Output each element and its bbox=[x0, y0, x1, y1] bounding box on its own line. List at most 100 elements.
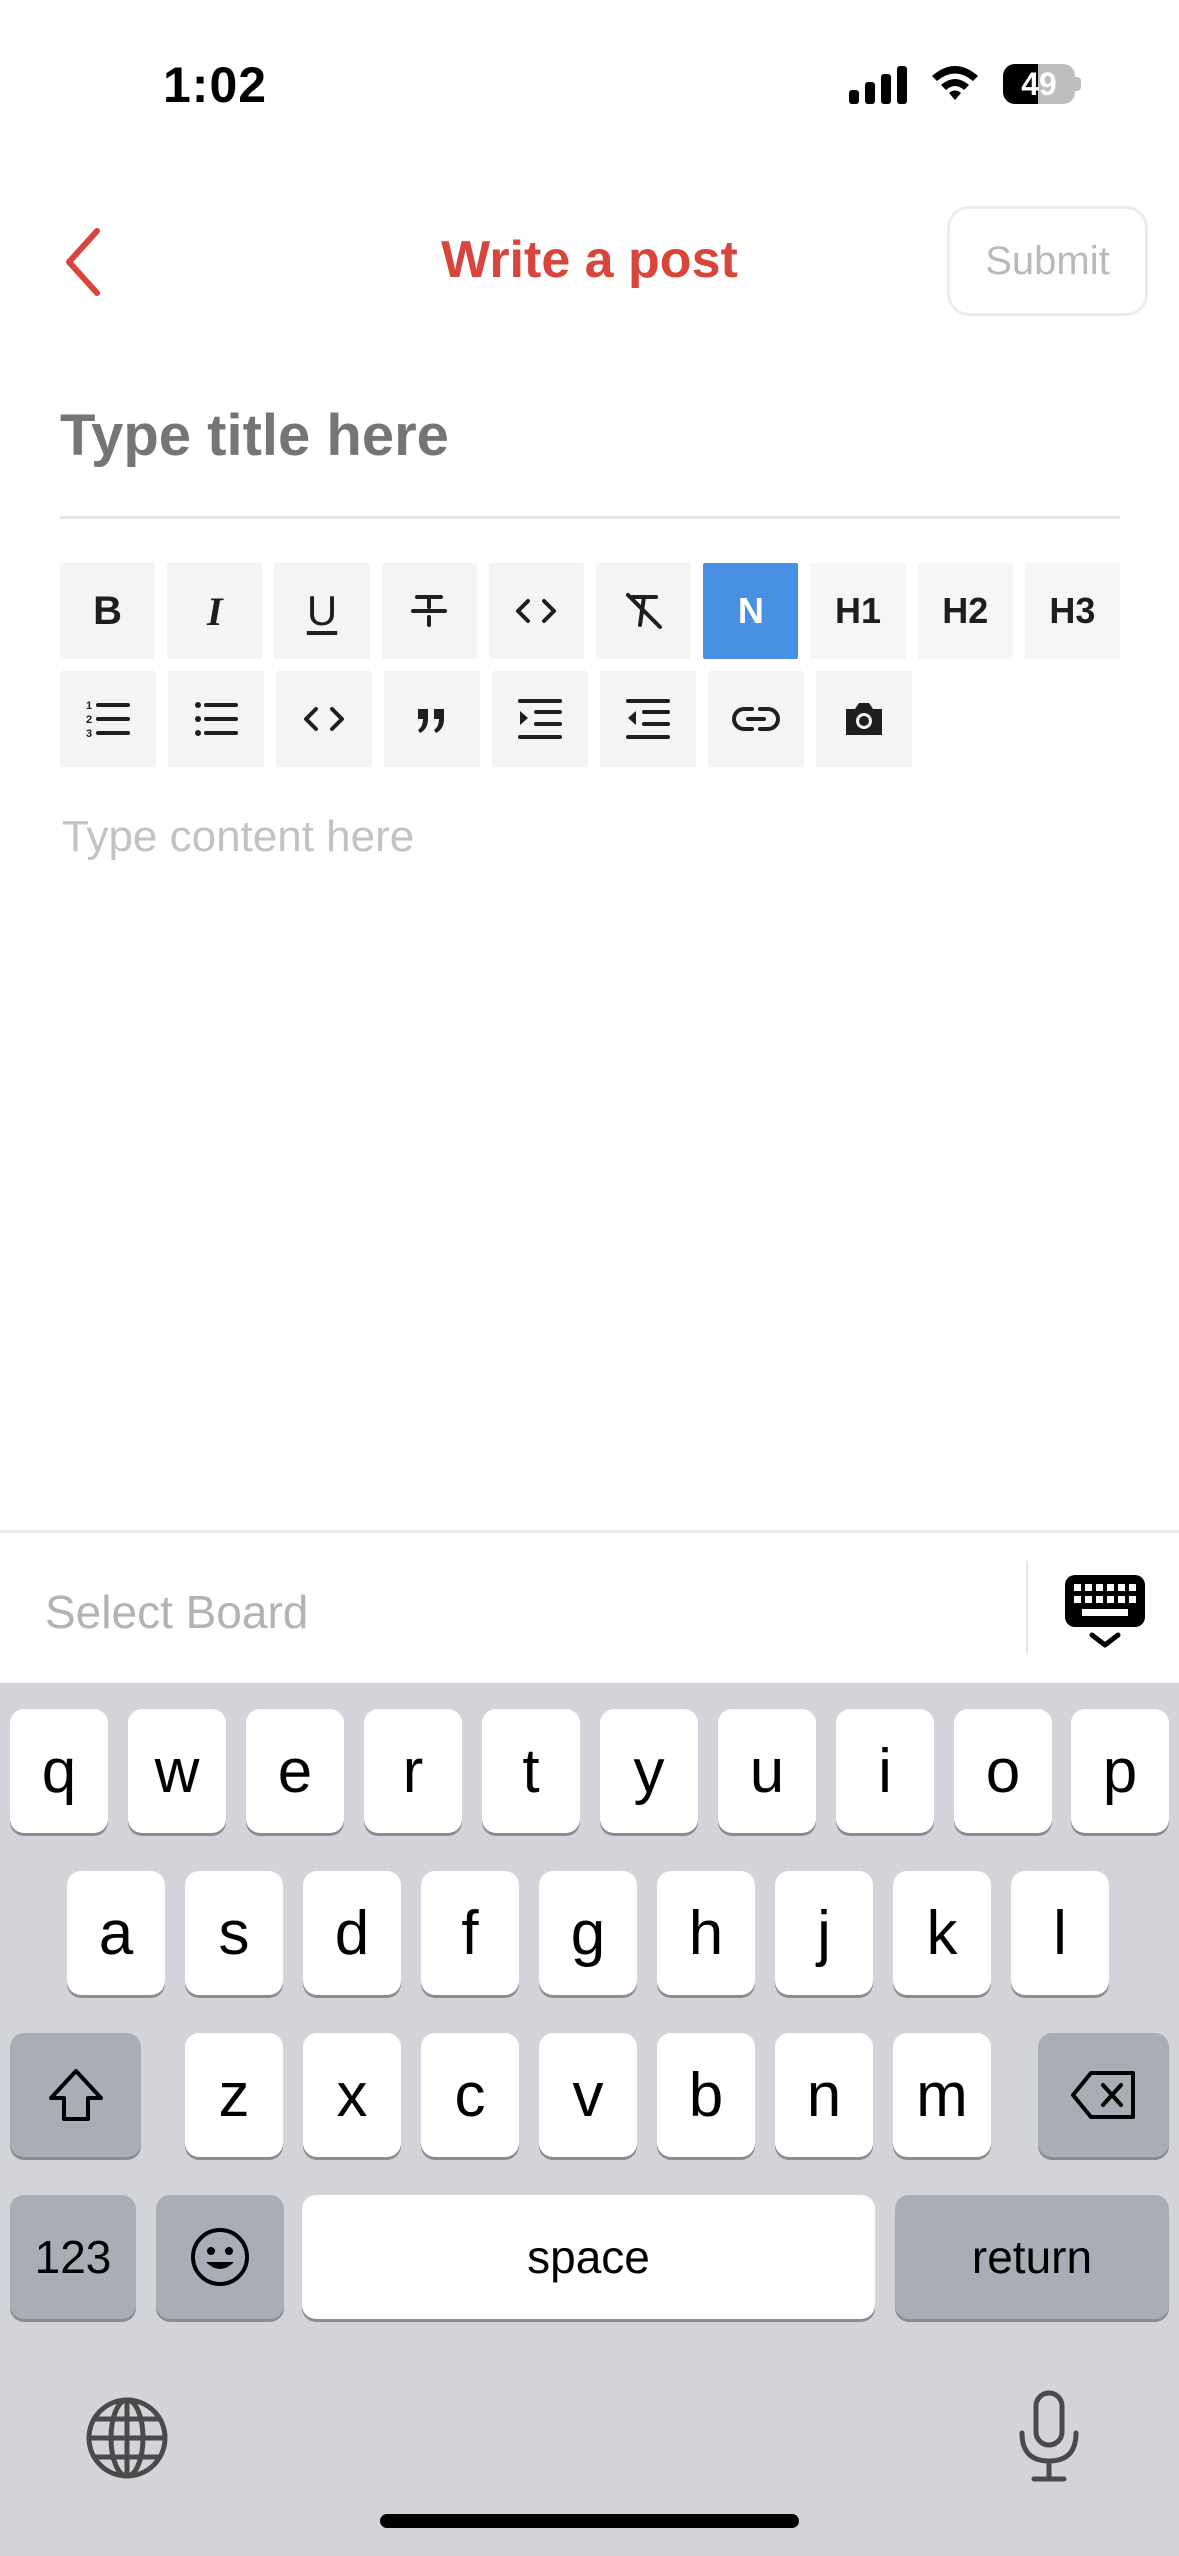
bullet-list-button[interactable] bbox=[168, 671, 264, 767]
key-a[interactable]: a bbox=[67, 1871, 165, 1995]
camera-icon bbox=[846, 703, 882, 735]
title-divider bbox=[60, 516, 1120, 519]
delete-key[interactable] bbox=[1038, 2033, 1169, 2157]
key-d[interactable]: d bbox=[303, 1871, 401, 1995]
formatting-toolbar: B I U N H1 H2 H3 1 2 3 bbox=[60, 563, 1121, 779]
keyboard-hide-icon bbox=[1065, 1575, 1145, 1648]
indent-button[interactable] bbox=[492, 671, 588, 767]
space-key[interactable]: space bbox=[302, 2195, 875, 2319]
key-z[interactable]: z bbox=[185, 2033, 283, 2157]
toolbar-row-2: 1 2 3 bbox=[60, 671, 1120, 767]
clear-format-button[interactable] bbox=[596, 563, 692, 659]
key-w[interactable]: w bbox=[128, 1709, 226, 1833]
system-keyboard: q w e r t y u i o p a s d f g h j k l z … bbox=[0, 1683, 1179, 2556]
battery-percentage: 49 bbox=[1021, 66, 1057, 102]
home-indicator bbox=[380, 2514, 799, 2528]
italic-button[interactable]: I bbox=[167, 563, 263, 659]
strikethrough-button[interactable] bbox=[381, 563, 477, 659]
ordered-list-icon: 1 2 3 bbox=[86, 700, 130, 740]
heading-1-label: H1 bbox=[835, 590, 882, 631]
key-x[interactable]: x bbox=[303, 2033, 401, 2157]
key-h[interactable]: h bbox=[657, 1871, 755, 1995]
bold-button[interactable]: B bbox=[60, 563, 156, 659]
shift-key[interactable] bbox=[10, 2033, 141, 2157]
key-l[interactable]: l bbox=[1011, 1871, 1109, 1995]
key-g[interactable]: g bbox=[539, 1871, 637, 1995]
status-icons: 49 bbox=[849, 64, 1081, 104]
key-o[interactable]: o bbox=[954, 1709, 1052, 1833]
key-k[interactable]: k bbox=[893, 1871, 991, 1995]
heading-3-button[interactable]: H3 bbox=[1024, 563, 1121, 659]
header: Write a post Submit bbox=[0, 200, 1179, 324]
globe-button[interactable] bbox=[82, 2393, 172, 2483]
globe-icon bbox=[86, 2397, 168, 2479]
link-icon bbox=[732, 707, 780, 731]
key-y[interactable]: y bbox=[600, 1709, 698, 1833]
blockquote-icon bbox=[418, 709, 444, 733]
strikethrough-icon bbox=[411, 595, 448, 627]
key-e[interactable]: e bbox=[246, 1709, 344, 1833]
indent-icon bbox=[518, 699, 562, 739]
submit-button[interactable]: Submit bbox=[947, 206, 1148, 316]
outdent-button[interactable] bbox=[600, 671, 696, 767]
status-time: 1:02 bbox=[163, 57, 268, 113]
heading-1-button[interactable]: H1 bbox=[810, 563, 906, 659]
key-b[interactable]: b bbox=[657, 2033, 755, 2157]
microphone-icon bbox=[1019, 2390, 1079, 2482]
underline-button[interactable]: U bbox=[274, 563, 370, 659]
key-j[interactable]: j bbox=[775, 1871, 873, 1995]
wifi-icon bbox=[932, 66, 978, 100]
shift-icon bbox=[48, 2069, 103, 2121]
italic-icon: I bbox=[207, 588, 223, 634]
emoji-key[interactable] bbox=[156, 2195, 284, 2319]
key-r[interactable]: r bbox=[364, 1709, 462, 1833]
normal-text-label: N bbox=[737, 590, 764, 631]
link-button[interactable] bbox=[708, 671, 804, 767]
key-s[interactable]: s bbox=[185, 1871, 283, 1995]
key-m[interactable]: m bbox=[893, 2033, 991, 2157]
accessory-separator bbox=[1026, 1561, 1028, 1653]
code-block-icon bbox=[304, 707, 344, 731]
status-bar: 1:02 49 bbox=[0, 0, 1179, 170]
dictation-button[interactable] bbox=[1014, 2389, 1084, 2485]
backspace-icon bbox=[1070, 2071, 1135, 2119]
battery-icon: 49 bbox=[1003, 64, 1081, 104]
blockquote-button[interactable] bbox=[384, 671, 480, 767]
key-q[interactable]: q bbox=[10, 1709, 108, 1833]
select-board-dropdown[interactable]: Select Board bbox=[45, 1585, 308, 1639]
normal-text-button[interactable]: N bbox=[703, 563, 799, 659]
underline-icon: U bbox=[306, 587, 338, 634]
content-input[interactable]: Type content here bbox=[62, 812, 414, 862]
svg-text:2: 2 bbox=[86, 714, 92, 726]
svg-text:3: 3 bbox=[86, 728, 92, 740]
board-selector-bar: Select Board bbox=[0, 1533, 1179, 1683]
outdent-icon bbox=[626, 699, 670, 739]
numbers-key[interactable]: 123 bbox=[10, 2195, 136, 2319]
key-c[interactable]: c bbox=[421, 2033, 519, 2157]
heading-2-button[interactable]: H2 bbox=[917, 563, 1013, 659]
clear-format-icon bbox=[625, 593, 662, 629]
title-input[interactable] bbox=[60, 390, 1120, 480]
toolbar-row-1: B I U N H1 H2 H3 bbox=[60, 563, 1121, 659]
key-u[interactable]: u bbox=[718, 1709, 816, 1833]
key-t[interactable]: t bbox=[482, 1709, 580, 1833]
camera-button[interactable] bbox=[816, 671, 912, 767]
key-v[interactable]: v bbox=[539, 2033, 637, 2157]
key-p[interactable]: p bbox=[1071, 1709, 1169, 1833]
ordered-list-button[interactable]: 1 2 3 bbox=[60, 671, 156, 767]
emoji-icon bbox=[191, 2228, 249, 2286]
svg-text:1: 1 bbox=[86, 700, 92, 712]
key-i[interactable]: i bbox=[836, 1709, 934, 1833]
cellular-signal-icon bbox=[849, 64, 907, 104]
keyboard-dismiss-button[interactable] bbox=[1060, 1571, 1150, 1651]
return-key[interactable]: return bbox=[895, 2195, 1169, 2319]
key-n[interactable]: n bbox=[775, 2033, 873, 2157]
bold-icon: B bbox=[93, 588, 123, 633]
heading-2-label: H2 bbox=[942, 590, 989, 631]
key-f[interactable]: f bbox=[421, 1871, 519, 1995]
code-block-button[interactable] bbox=[276, 671, 372, 767]
inline-code-icon bbox=[516, 599, 557, 623]
bullet-list-icon bbox=[195, 702, 238, 736]
heading-3-label: H3 bbox=[1049, 590, 1096, 631]
inline-code-button[interactable] bbox=[488, 563, 585, 659]
